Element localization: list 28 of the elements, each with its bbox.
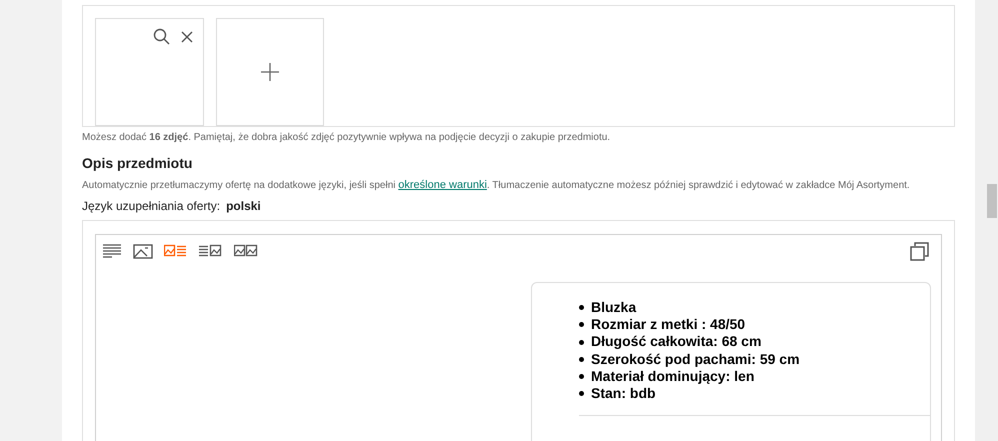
bullet-icon	[579, 305, 584, 310]
list-item: Szerokość pod pachami: 59 cm	[591, 350, 800, 368]
text-image-layout-icon[interactable]	[199, 244, 223, 259]
section-title: Opis przedmiotu	[82, 154, 194, 172]
conditions-link[interactable]: określone warunki	[398, 179, 487, 191]
language-label: Język uzupełniania oferty:	[82, 198, 220, 214]
bullet-icon	[579, 322, 584, 328]
image-layout-icon[interactable]	[133, 244, 153, 259]
bullet-icon	[579, 340, 584, 344]
plus-icon	[261, 63, 279, 81]
list-item: Materiał dominujący: len	[591, 368, 754, 386]
search-icon[interactable]	[153, 28, 170, 45]
list-item: Stan: bdb	[591, 385, 656, 402]
list-item: Rozmiar z metki : 48/50	[591, 316, 746, 334]
language-value: polski	[226, 198, 261, 214]
bullet-icon	[579, 391, 584, 396]
list-item: Długość całkowita: 68 cm	[591, 333, 762, 351]
bullet-icon	[579, 356, 584, 362]
translation-info: Automatycznie przetłumaczymy ofertę na dodatkowe języki, jeśli spełni określone warunki. Tłumaczenie automatyczne możesz później sprawdzić i edytować w zakładce Mój Asortyment.	[82, 178, 911, 193]
scrollbar-thumb[interactable]	[987, 184, 997, 218]
copy-icon[interactable]	[910, 242, 929, 261]
close-icon[interactable]	[181, 31, 193, 43]
image-image-layout-icon[interactable]	[234, 244, 258, 259]
list-item: Bluzka	[591, 299, 636, 316]
text-layout-icon[interactable]	[102, 244, 122, 259]
photo-hint: Możesz dodać 16 zdjęć. Pamiętaj, że dobra jakość zdjęć pozytywnie wpływa na podjęcie decyzji o zakupie przedmiotu.	[82, 131, 612, 145]
bullet-icon	[579, 374, 584, 379]
image-text-layout-icon[interactable]	[164, 244, 188, 259]
